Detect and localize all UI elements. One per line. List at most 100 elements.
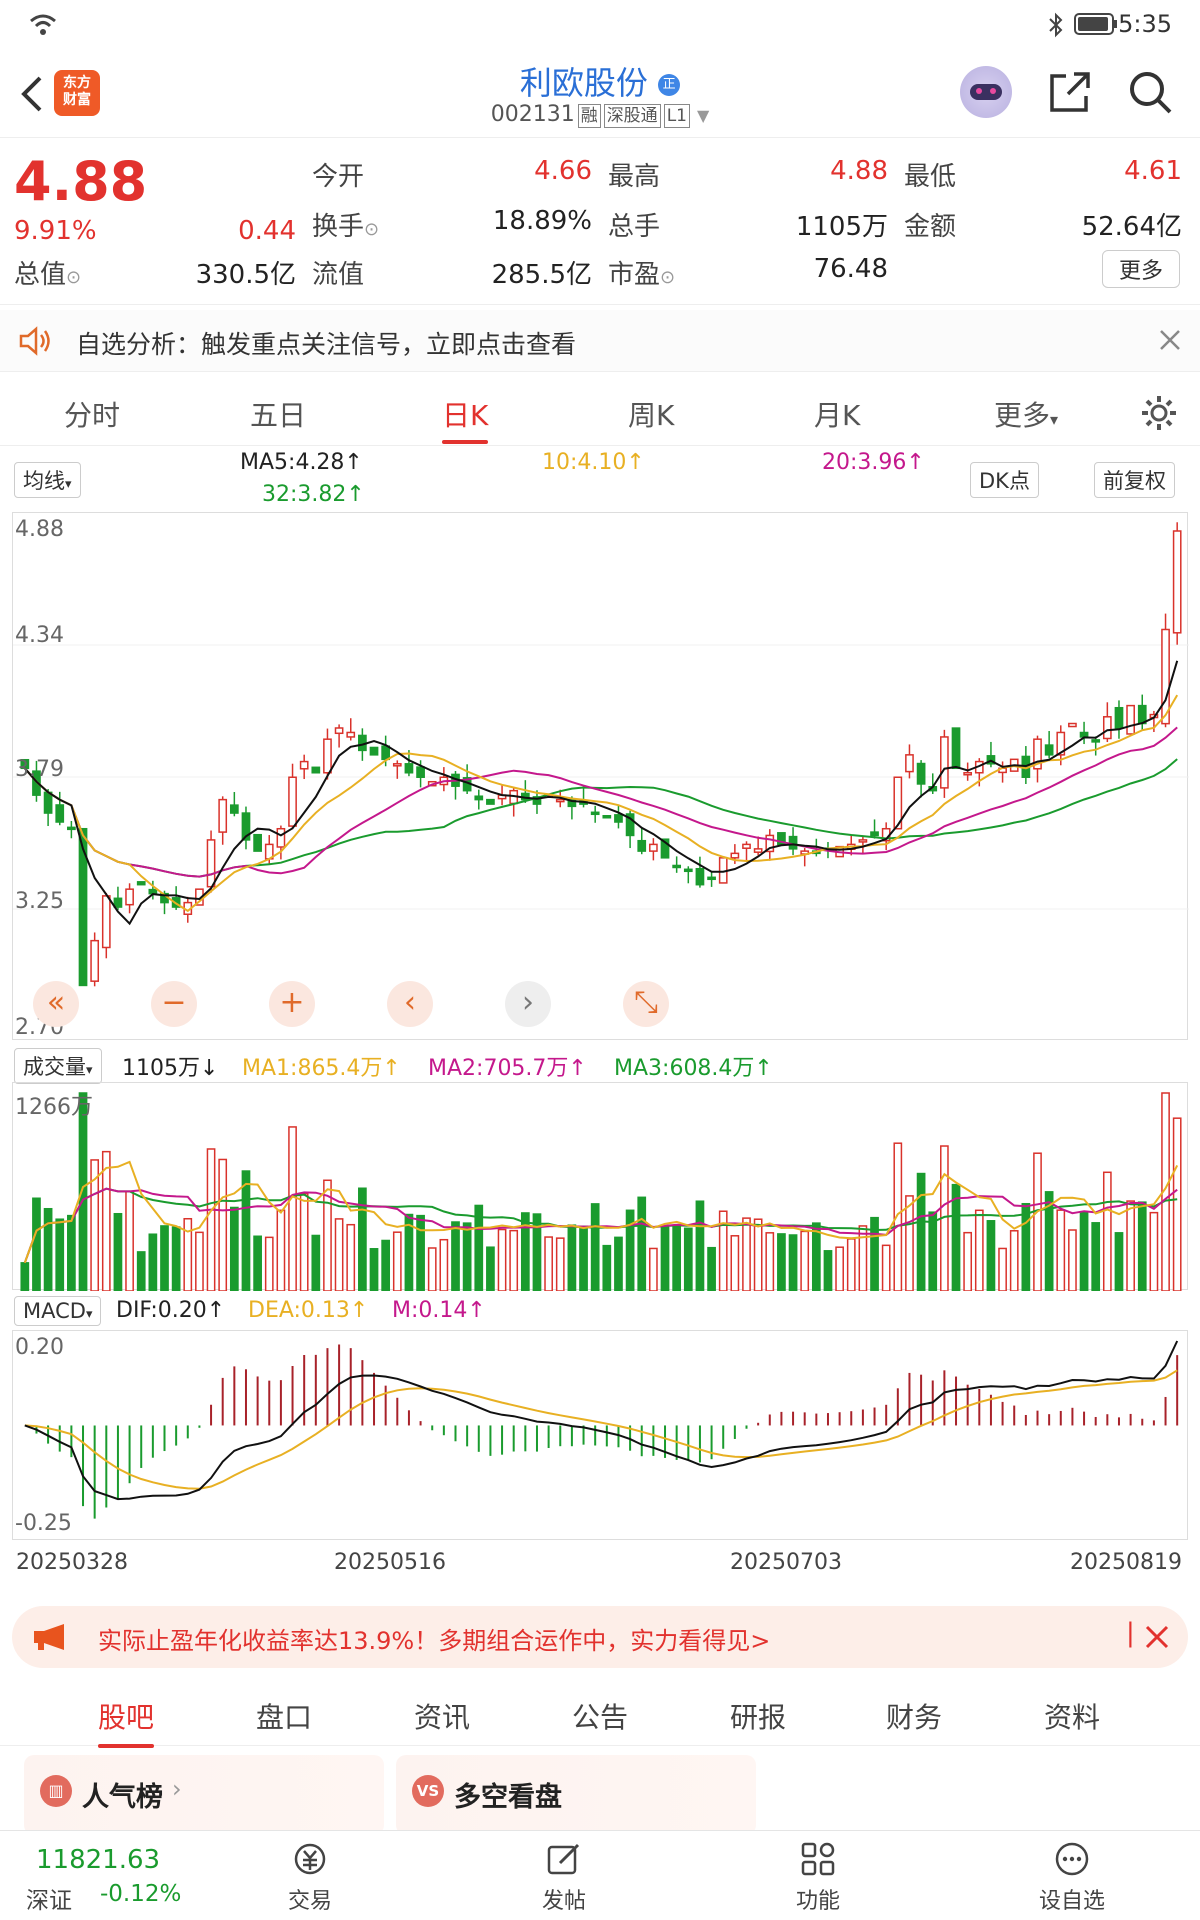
close-icon[interactable]: [1158, 328, 1182, 352]
volume-bar: [113, 1212, 123, 1291]
notice-text: 自选分析：触发重点关注信号，立即点击查看: [76, 330, 577, 359]
fullscreen-icon[interactable]: ⤡: [623, 981, 669, 1027]
candle-body: [113, 897, 123, 908]
dk-point-button[interactable]: DK点: [970, 462, 1039, 498]
date-label-3: 20250703: [730, 1550, 842, 1575]
price-axis-2: 4.34: [15, 623, 64, 648]
nav-add-watchlist[interactable]: 设自选: [1022, 1839, 1122, 1915]
turnover-label[interactable]: 换手⊙: [312, 206, 379, 243]
tab-profile[interactable]: 资料: [1044, 1696, 1100, 1736]
tab-forum[interactable]: 股吧: [98, 1696, 155, 1748]
price-axis-4: 3.25: [15, 889, 64, 914]
macd-axis-bottom: -0.25: [15, 1511, 72, 1536]
nav-trade[interactable]: 交易: [260, 1839, 360, 1915]
scroll-right-icon[interactable]: ›: [505, 981, 551, 1027]
tab-weekly-k[interactable]: 周K: [628, 394, 674, 434]
volume-bar: [1172, 1117, 1182, 1291]
macd-selector[interactable]: MACD▾: [14, 1296, 102, 1326]
pe-label[interactable]: 市盈⊙: [608, 254, 675, 291]
volume-bar: [486, 1246, 495, 1291]
volume-bar: [229, 1206, 239, 1291]
bull-bear-card[interactable]: VS 多空看盘: [396, 1755, 756, 1835]
volume-bar: [276, 1209, 286, 1291]
macd-chart[interactable]: 0.20 -0.25: [12, 1330, 1188, 1540]
edit-icon: [547, 1843, 580, 1875]
candle-body: [218, 798, 228, 833]
volume-bar: [1102, 1171, 1112, 1291]
tab-five-day[interactable]: 五日: [250, 394, 306, 434]
candle-body: [951, 727, 961, 770]
date-label-4: 20250819: [1070, 1550, 1182, 1575]
tab-daily-k[interactable]: 日K: [442, 394, 489, 444]
ma32-label: 32:3.82↑: [262, 482, 365, 507]
scroll-left-fast-icon[interactable]: «: [33, 981, 79, 1027]
adjust-button[interactable]: 前复权: [1094, 462, 1175, 498]
market-cap-label[interactable]: 总值⊙: [14, 254, 81, 291]
candle-body: [229, 804, 239, 814]
robot-avatar-icon[interactable]: [960, 66, 1012, 118]
zoom-in-icon[interactable]: +: [269, 981, 315, 1027]
price-chart[interactable]: 4.88 4.34 3.79 3.25 2.70 « − + ‹ › ⤡: [12, 512, 1189, 1040]
tab-more[interactable]: 更多▾: [994, 394, 1058, 434]
tab-orderbook[interactable]: 盘口: [256, 1696, 312, 1736]
tab-finance[interactable]: 财务: [886, 1696, 942, 1736]
volume-chart[interactable]: 1266万: [12, 1082, 1188, 1291]
index-change: -0.12%: [100, 1881, 182, 1907]
volume-bar: [614, 1236, 623, 1291]
popularity-card[interactable]: ▥ 人气榜 ›: [24, 1755, 384, 1835]
tab-news[interactable]: 资讯: [414, 1696, 470, 1736]
candle-body: [602, 815, 612, 819]
candle-body: [753, 848, 763, 853]
zoom-out-icon[interactable]: −: [151, 981, 197, 1027]
volume-bar: [20, 1262, 30, 1291]
volume-bar: [811, 1222, 821, 1291]
promo-banner[interactable]: 实际止盈年化收益率达13.9%！多期组合运作中，实力看得见> |: [12, 1606, 1188, 1668]
tab-announcements[interactable]: 公告: [572, 1696, 628, 1736]
candle-body: [1102, 716, 1112, 740]
settings-gear-icon[interactable]: [1140, 394, 1178, 432]
ma-selector[interactable]: 均线▾: [14, 462, 81, 498]
stock-code[interactable]: 002131 融深股通 L1 ▼: [0, 102, 1200, 128]
open-value: 4.66: [534, 156, 592, 186]
tab-monthly-k[interactable]: 月K: [814, 394, 860, 434]
candle-body: [55, 804, 65, 823]
price-axis-3: 3.79: [15, 757, 64, 782]
clock: 5:35: [1118, 10, 1172, 38]
nav-functions[interactable]: 功能: [768, 1839, 868, 1915]
ma5-line: [24, 660, 1179, 926]
more-button[interactable]: 更多: [1102, 250, 1181, 288]
candle-body: [870, 831, 879, 837]
volume-bar: [835, 1246, 844, 1291]
search-icon[interactable]: [1128, 70, 1174, 116]
high-label: 最高: [608, 162, 661, 192]
candle-body: [346, 731, 356, 738]
stock-title: 利欧股份 正: [0, 58, 1200, 104]
info-icon: ⊙: [660, 267, 676, 288]
volume-bar: [474, 1204, 484, 1291]
nav-post[interactable]: 发帖: [514, 1839, 614, 1915]
candle-body: [614, 814, 623, 823]
tab-minute[interactable]: 分时: [64, 394, 120, 434]
analysis-notice[interactable]: 自选分析：触发重点关注信号，立即点击查看: [0, 310, 1200, 372]
chart-bars-icon: ▥: [40, 1775, 72, 1807]
low-label: 最低: [904, 162, 957, 192]
tab-research[interactable]: 研报: [730, 1696, 786, 1736]
close-icon[interactable]: [1144, 1624, 1170, 1650]
macd-dif: DIF:0.20↑: [116, 1298, 226, 1323]
candle-body: [43, 791, 53, 814]
volume-bar: [974, 1209, 984, 1291]
change-amount: 0.44: [238, 216, 296, 246]
candle-body: [730, 852, 740, 859]
candle-body: [90, 939, 100, 982]
volume-bar: [567, 1224, 577, 1291]
candle-body: [1091, 739, 1101, 743]
volume-bar: [1021, 1202, 1031, 1291]
candle-body: [707, 876, 716, 881]
scroll-left-icon[interactable]: ‹: [387, 981, 433, 1027]
volume-bar: [544, 1236, 553, 1291]
volume-selector[interactable]: 成交量▾: [14, 1048, 102, 1084]
banner-divider: |: [1126, 1618, 1135, 1648]
volume-bar: [67, 1214, 76, 1291]
share-icon[interactable]: [1048, 70, 1092, 114]
volume-bar: [998, 1247, 1007, 1291]
